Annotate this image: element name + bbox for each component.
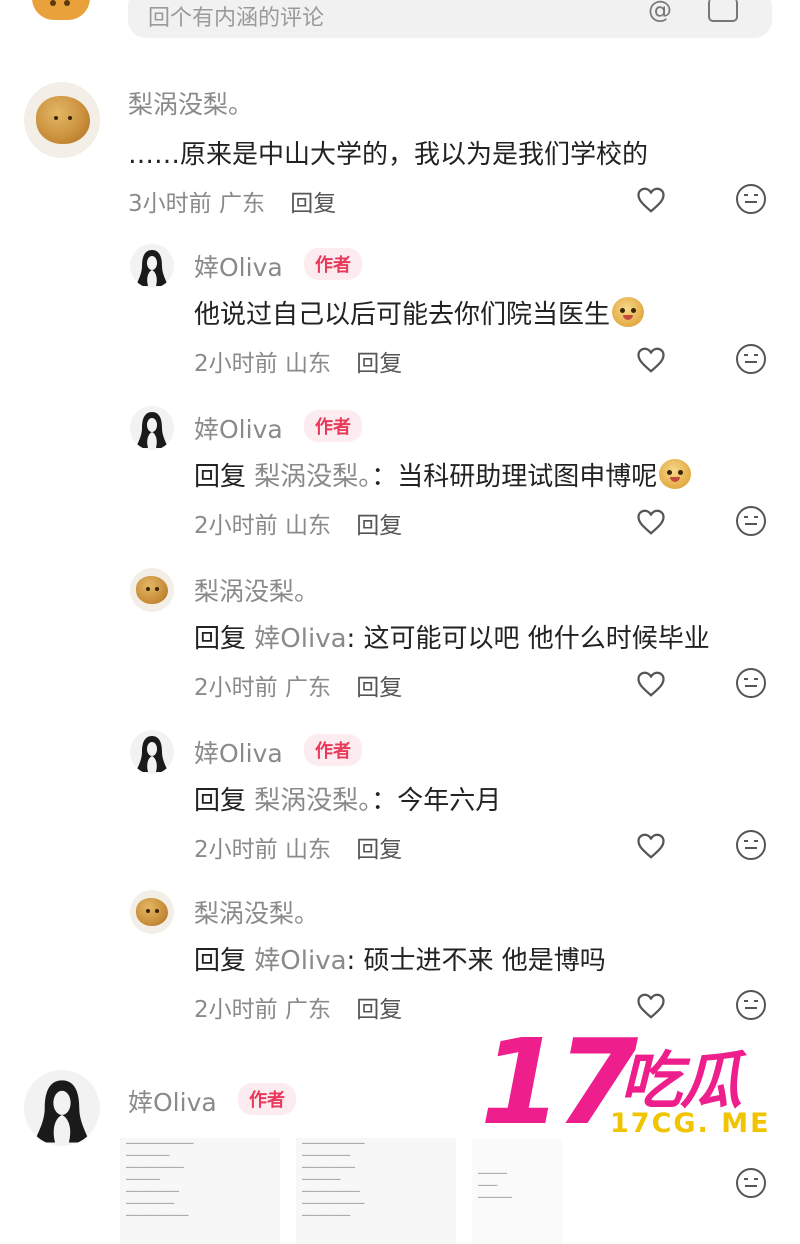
comment-text: 回复 婞Oliva: 硕士进不来 他是博吗 xyxy=(194,940,606,977)
emoji-face-icon xyxy=(612,297,645,327)
reply-prefix: 回复 xyxy=(194,624,247,654)
comment-location: 广东 xyxy=(218,191,265,217)
avatar[interactable] xyxy=(130,406,174,450)
comment-author-name[interactable]: 婞Oliva xyxy=(128,1083,217,1119)
comment-location: 山东 xyxy=(284,513,331,539)
heart-icon[interactable] xyxy=(636,670,666,698)
watermark-url: 17CG. ME xyxy=(610,1108,771,1139)
comment-time: 2小时前 xyxy=(194,675,278,701)
reply-button[interactable]: 回复 xyxy=(356,351,402,377)
smile-icon[interactable] xyxy=(736,990,766,1020)
avatar[interactable] xyxy=(130,244,174,288)
watermark-logo: 17 吃瓜 17CG. ME xyxy=(480,1022,800,1162)
comment-author-name[interactable]: 梨涡没梨。 xyxy=(194,894,319,930)
avatar[interactable] xyxy=(130,890,174,934)
comment-text: 回复 梨涡没梨。：当科研助理试图申博呢 xyxy=(194,456,692,493)
comment-input-placeholder: 回个有内涵的评论 xyxy=(148,6,325,31)
smile-icon[interactable] xyxy=(736,1168,766,1198)
comment-text-body: : 这可能可以吧 他什么时候毕业 xyxy=(346,624,710,654)
avatar[interactable] xyxy=(130,568,174,612)
comment-author-name[interactable]: 婞Oliva xyxy=(194,410,283,446)
attached-image[interactable]: ────────────── ───────── ──────────── ──… xyxy=(120,1138,280,1244)
author-badge: 作者 xyxy=(304,410,362,442)
comment-author-name[interactable]: 梨涡没梨。 xyxy=(128,85,253,121)
comment-time: 2小时前 xyxy=(194,351,278,377)
smile-icon[interactable] xyxy=(736,506,766,536)
comment-meta: 2小时前 广东 回复 xyxy=(194,990,402,1024)
comment-author-name[interactable]: 婞Oliva xyxy=(194,734,283,770)
reply-target-name[interactable]: 梨涡没梨。 xyxy=(254,786,371,816)
comment-time: 3小时前 xyxy=(128,191,212,217)
comment-meta: 3小时前 广东 回复 xyxy=(128,184,336,218)
comment-location: 山东 xyxy=(284,837,331,863)
smile-icon[interactable] xyxy=(736,668,766,698)
reply-button[interactable]: 回复 xyxy=(356,513,402,539)
comment-meta: 2小时前 山东 回复 xyxy=(194,506,402,540)
reply-button[interactable]: 回复 xyxy=(356,837,402,863)
reply-prefix: 回复 xyxy=(194,946,247,976)
comment-text-body: 他说过自己以后可能去你们院当医生 xyxy=(194,300,611,330)
comment-location: 广东 xyxy=(284,675,331,701)
author-badge: 作者 xyxy=(238,1083,296,1115)
comment-input-bar: 回个有内涵的评论 @ xyxy=(0,0,800,50)
reply-target-name[interactable]: 婞Oliva xyxy=(254,946,346,976)
reply-prefix: 回复 xyxy=(194,786,247,816)
current-user-avatar xyxy=(32,0,90,20)
smile-icon[interactable] xyxy=(736,184,766,214)
smile-icon[interactable] xyxy=(736,344,766,374)
reply-target-name[interactable]: 梨涡没梨。 xyxy=(254,462,371,492)
comment-author-name[interactable]: 婞Oliva xyxy=(194,248,283,284)
comment-time: 2小时前 xyxy=(194,837,278,863)
emoji-face-icon xyxy=(659,459,692,489)
author-badge: 作者 xyxy=(304,248,362,280)
comment-time: 2小时前 xyxy=(194,513,278,539)
comment-location: 山东 xyxy=(284,351,331,377)
attached-image[interactable]: ───────────── ────────── ─────────── ───… xyxy=(296,1138,456,1244)
avatar[interactable] xyxy=(24,82,100,158)
comment-time: 2小时前 xyxy=(194,997,278,1023)
comment-text: 他说过自己以后可能去你们院当医生 xyxy=(194,294,645,331)
reply-button[interactable]: 回复 xyxy=(356,997,402,1023)
at-icon[interactable]: @ xyxy=(648,0,672,24)
comment-author-name[interactable]: 梨涡没梨。 xyxy=(194,572,319,608)
comment-location: 广东 xyxy=(284,997,331,1023)
reply-target-name[interactable]: 婞Oliva xyxy=(254,624,346,654)
comment-text: 回复 婞Oliva: 这可能可以吧 他什么时候毕业 xyxy=(194,618,710,655)
author-badge: 作者 xyxy=(304,734,362,766)
comment-text-body: ：当科研助理试图申博呢 xyxy=(371,462,658,492)
heart-icon[interactable] xyxy=(636,508,666,536)
comment-text-body: : 硕士进不来 他是博吗 xyxy=(346,946,606,976)
reply-prefix: 回复 xyxy=(194,462,247,492)
comment-text: ……原来是中山大学的，我以为是我们学校的 xyxy=(128,140,649,170)
reply-button[interactable]: 回复 xyxy=(290,191,336,217)
avatar[interactable] xyxy=(24,1070,100,1146)
avatar[interactable] xyxy=(130,730,174,774)
comment-meta: 2小时前 山东 回复 xyxy=(194,344,402,378)
comment-meta: 2小时前 广东 回复 xyxy=(194,668,402,702)
heart-icon[interactable] xyxy=(636,186,666,214)
comment-text-body: ：今年六月 xyxy=(371,786,502,816)
heart-icon[interactable] xyxy=(636,346,666,374)
smile-icon[interactable] xyxy=(736,830,766,860)
comment-meta: 2小时前 山东 回复 xyxy=(194,830,402,864)
heart-icon[interactable] xyxy=(636,992,666,1020)
reply-button[interactable]: 回复 xyxy=(356,675,402,701)
heart-icon[interactable] xyxy=(636,832,666,860)
watermark-brand: 吃瓜 xyxy=(620,1044,742,1117)
comment-text: 回复 梨涡没梨。：今年六月 xyxy=(194,780,501,817)
comment-input[interactable]: 回个有内涵的评论 @ xyxy=(128,0,772,38)
image-icon[interactable] xyxy=(708,0,738,22)
